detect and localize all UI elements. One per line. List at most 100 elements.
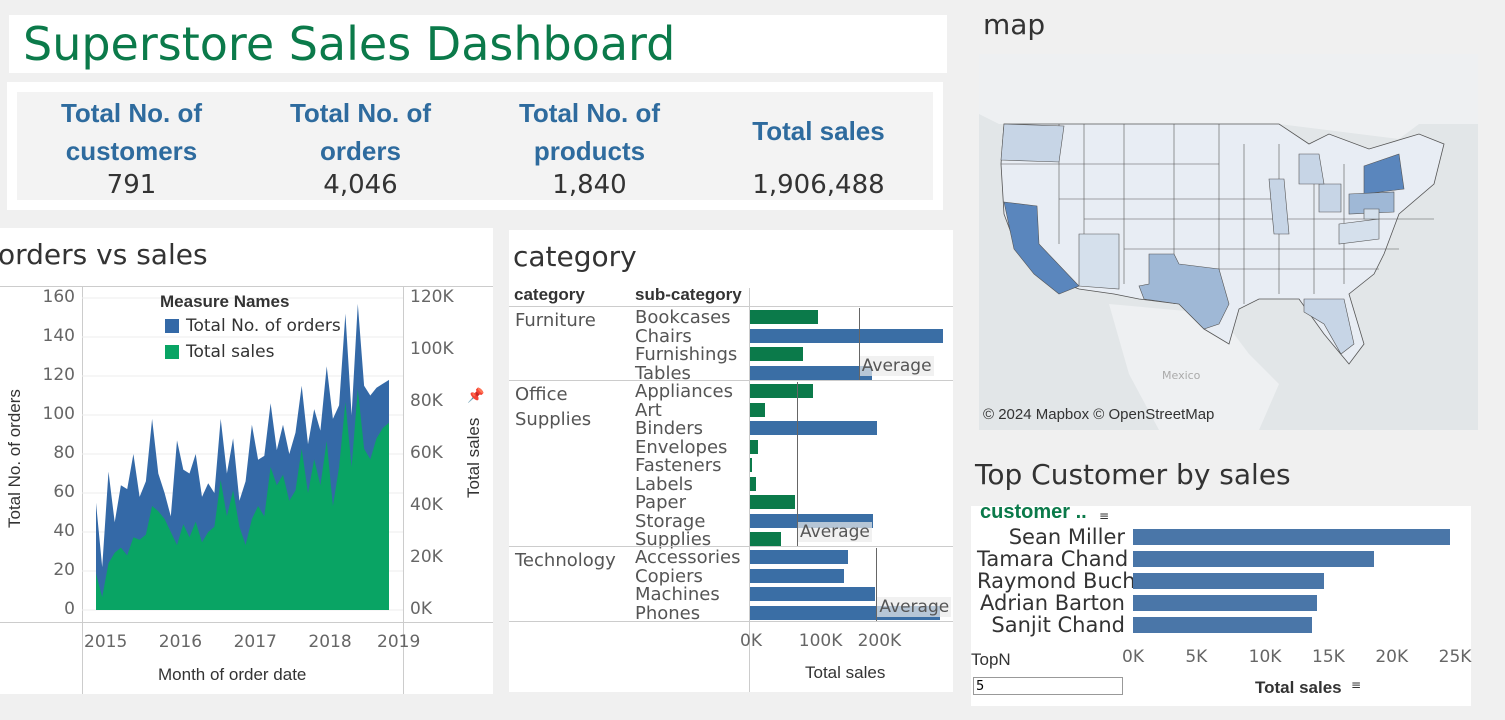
customer-bar[interactable] xyxy=(1133,551,1374,567)
customer-name[interactable]: Raymond Buch xyxy=(977,569,1136,593)
kpi-strip: Total No. of customers 791 Total No. of or… xyxy=(17,92,933,200)
subcategory-bar[interactable] xyxy=(750,587,875,601)
category-title: category xyxy=(513,240,637,273)
customer-x-tick: 5K xyxy=(1185,647,1208,667)
category-x-tick: 0K xyxy=(740,631,762,651)
subcategory-bar[interactable] xyxy=(750,384,814,398)
category-x-tick: 100K xyxy=(798,631,843,651)
customer-x-tick: 0K xyxy=(1122,647,1144,667)
kpi-orders-label: Total No. of orders xyxy=(289,98,432,166)
subcategory-label[interactable]: Storage xyxy=(635,512,705,531)
customer-name[interactable]: Tamara Chand xyxy=(977,547,1128,571)
kpi-customers[interactable]: Total No. of customers 791 xyxy=(17,92,246,200)
kpi-orders-value: 4,046 xyxy=(323,170,398,200)
category-x-axis-title: Total sales xyxy=(805,663,886,682)
subcategory-bar[interactable] xyxy=(750,310,818,324)
us-map-svg[interactable]: Mexico xyxy=(979,54,1478,430)
subcategory-bar[interactable] xyxy=(750,568,845,583)
average-label: Average xyxy=(798,522,872,542)
orders-vs-sales-panel: orders vs sales Total No. of orders Tota… xyxy=(0,228,493,694)
category-header-divider xyxy=(509,306,953,307)
customer-bar[interactable] xyxy=(1133,617,1312,633)
subcategory-bar[interactable] xyxy=(750,365,872,380)
subcategory-label[interactable]: Fasteners xyxy=(635,457,722,475)
kpi-orders[interactable]: Total No. of orders 4,046 xyxy=(246,92,475,200)
subcategory-bar[interactable] xyxy=(750,347,803,361)
dashboard-title: Superstore Sales Dashboard xyxy=(23,17,676,71)
subcategory-bar[interactable] xyxy=(750,550,849,564)
orders-x-tick: 2015 xyxy=(84,632,128,652)
orders-y2-tick: 60K xyxy=(410,443,443,463)
subcategory-label[interactable]: Machines xyxy=(635,586,720,604)
orders-x-tick: 2018 xyxy=(308,632,352,652)
subcategory-bar[interactable] xyxy=(750,458,752,472)
legend-swatch-sales[interactable] xyxy=(165,345,179,359)
category-col-header[interactable]: category xyxy=(514,285,585,305)
topn-label: TopN xyxy=(971,650,1011,669)
kpi-products-label: Total No. of products xyxy=(518,98,661,166)
customer-bar[interactable] xyxy=(1133,529,1450,545)
customer-name[interactable]: Sanjit Chand xyxy=(977,613,1125,637)
subcategory-label[interactable]: Labels xyxy=(635,475,693,494)
subcategory-label[interactable]: Bookcases xyxy=(635,309,731,327)
subcategory-label[interactable]: Copiers xyxy=(635,567,703,586)
average-label: Average xyxy=(877,597,952,617)
customer-bar[interactable] xyxy=(1133,595,1317,611)
orders-y2-tick: 40K xyxy=(410,495,443,515)
orders-x-tick: 2017 xyxy=(233,632,277,652)
subcategory-label[interactable]: Art xyxy=(635,401,662,420)
subcategory-col-header[interactable]: sub-category xyxy=(635,285,742,305)
orders-x-tick: 2019 xyxy=(377,632,421,652)
kpi-customers-value: 791 xyxy=(106,170,157,200)
orders-y-tick: 20 xyxy=(53,560,75,580)
map-view[interactable]: Mexico © 2024 Mapbox © OpenStreetMap xyxy=(979,54,1478,430)
subcategory-bar[interactable] xyxy=(750,495,796,509)
customer-name[interactable]: Sean Miller xyxy=(977,525,1125,549)
legend-swatch-orders[interactable] xyxy=(165,319,179,333)
subcategory-label[interactable]: Chairs xyxy=(635,327,692,346)
customer-x-axis-title: Total sales xyxy=(1255,678,1342,697)
subcategory-label[interactable]: Accessories xyxy=(635,549,741,567)
orders-y2-tick: 120K xyxy=(410,287,454,307)
subcategory-label[interactable]: Phones xyxy=(635,604,700,623)
topn-input[interactable] xyxy=(973,677,1123,695)
sort-axis-icon[interactable]: ≡ xyxy=(1351,678,1361,692)
sort-icon[interactable]: ≡ xyxy=(1099,509,1109,523)
subcategory-label[interactable]: Envelopes xyxy=(635,438,727,457)
customer-x-tick: 25K xyxy=(1438,647,1472,667)
state-ohio xyxy=(1318,183,1342,213)
subcategory-label[interactable]: Appliances xyxy=(635,383,733,401)
map-mexico-label: Mexico xyxy=(1162,369,1201,382)
legend-label-orders[interactable]: Total No. of orders xyxy=(186,316,341,336)
orders-y2-tick: 20K xyxy=(410,547,443,567)
category-panel: category category sub-category Total sal… xyxy=(509,230,953,692)
category-name[interactable]: Furniture xyxy=(515,310,596,331)
kpi-products[interactable]: Total No. of products 1,840 xyxy=(475,92,704,200)
legend-label-sales[interactable]: Total sales xyxy=(186,342,274,362)
orders-y-tick: 100 xyxy=(42,404,75,424)
subcategory-bar[interactable] xyxy=(750,439,759,454)
orders-y-tick: 120 xyxy=(42,365,75,385)
orders-y-tick: 80 xyxy=(53,443,75,463)
state-arizona xyxy=(1078,233,1120,290)
subcategory-bar[interactable] xyxy=(750,532,781,546)
customer-name[interactable]: Adrian Barton xyxy=(977,591,1125,615)
subcategory-label[interactable]: Furnishings xyxy=(635,346,737,364)
map-attribution[interactable]: © 2024 Mapbox © OpenStreetMap xyxy=(983,406,1214,423)
subcategory-bar[interactable] xyxy=(750,476,757,491)
category-name[interactable]: Supplies xyxy=(515,409,591,430)
orders-y2-tick: 80K xyxy=(410,391,443,411)
kpi-panel: Total No. of customers 791 Total No. of or… xyxy=(7,82,943,210)
category-x-tick: 200K xyxy=(857,631,902,651)
category-name[interactable]: Technology xyxy=(515,550,616,571)
customer-bar[interactable] xyxy=(1133,573,1325,589)
category-name[interactable]: Office xyxy=(515,384,568,405)
customer-col-header[interactable]: customer .. xyxy=(980,501,1087,524)
subcategory-bar[interactable] xyxy=(750,421,877,435)
kpi-sales[interactable]: Total sales 1,906,488 xyxy=(704,92,933,200)
subcategory-bar[interactable] xyxy=(750,402,766,417)
subcategory-bar[interactable] xyxy=(750,328,943,343)
subcategory-label[interactable]: Paper xyxy=(635,494,686,512)
subcategory-label[interactable]: Binders xyxy=(635,420,703,438)
map-title: map xyxy=(983,8,1046,41)
